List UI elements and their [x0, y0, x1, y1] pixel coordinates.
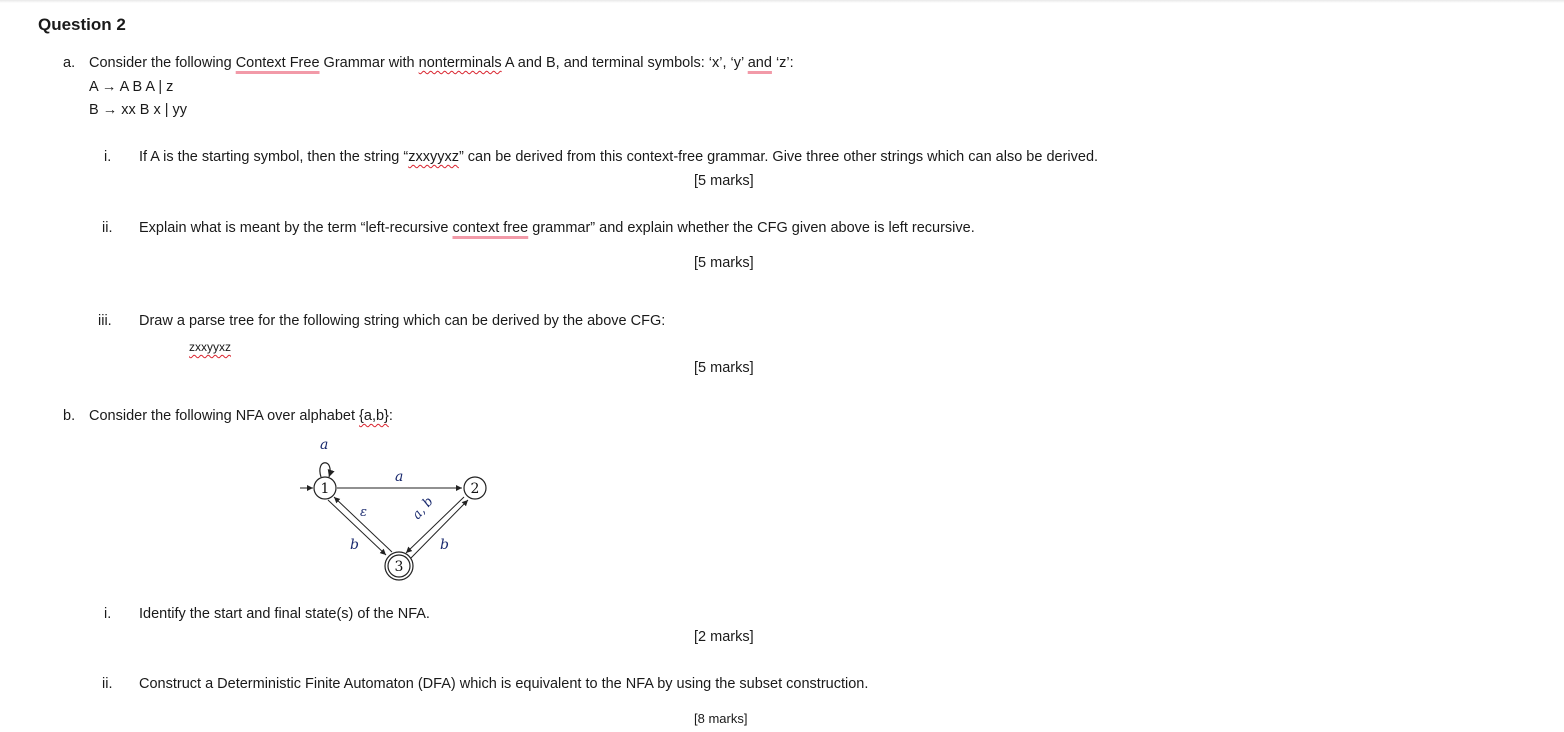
part-a-intro: Consider the following Context Free Gram…	[89, 55, 794, 71]
page-top-edge	[0, 0, 1564, 3]
state-2: 2	[463, 476, 487, 500]
sub-b-i-text: Identify the start and final state(s) of…	[139, 606, 430, 622]
transition-label-3-1: ε	[360, 505, 367, 520]
marks-a-i: [5 marks]	[694, 173, 754, 189]
sub-b-i-label: i.	[104, 606, 112, 622]
part-b-label: b.	[63, 408, 76, 424]
intro-text: ‘z’:	[771, 55, 794, 71]
sub-a-i-label: i.	[104, 149, 112, 165]
text-segment: grammar” and explain whether the CFG giv…	[528, 220, 975, 236]
parse-string: zxxyyxz	[189, 340, 231, 354]
sub-b-ii-text: Construct a Deterministic Finite Automat…	[139, 676, 869, 692]
text-segment: ” can be derived from this context-free …	[458, 149, 1099, 165]
and-term: and	[747, 55, 772, 71]
state-1: 1	[313, 476, 337, 500]
transition-label-1-2: a	[395, 469, 403, 485]
transition-label-1-1: a	[320, 437, 328, 453]
sub-a-iii-label: iii.	[98, 313, 112, 329]
state-label-1: 1	[321, 481, 330, 497]
state-3-final: 3	[384, 551, 414, 581]
transition-label-3-2: b	[440, 537, 449, 553]
sub-a-iii-text: Draw a parse tree for the following stri…	[139, 313, 666, 329]
intro-text: A and B, and terminal symbols: ‘x’, ‘y’	[501, 55, 748, 71]
text-segment: :	[388, 408, 393, 424]
intro-text: Grammar with	[319, 55, 419, 71]
state-label-2: 2	[471, 481, 480, 497]
transition-1-1-loop	[319, 462, 335, 478]
transition-label-2-3: a, b	[410, 494, 437, 522]
marks-a-ii: [5 marks]	[694, 255, 754, 271]
transition-label-1-3: b	[350, 537, 359, 553]
grammar-rule-b: B → xx B x | yy	[89, 102, 188, 118]
grammar-rule-a: A → A B A | z	[89, 79, 174, 95]
marks-b-i: [2 marks]	[694, 629, 754, 645]
part-b-intro: Consider the following NFA over alphabet…	[89, 408, 393, 424]
part-a-label: a.	[63, 55, 76, 71]
intro-text: Consider the following	[89, 55, 236, 71]
example-string: zxxyyxz	[408, 149, 459, 165]
alphabet-set: {a,b}	[359, 408, 389, 424]
sub-b-ii-label: ii.	[102, 676, 113, 692]
context-free-term: Context Free	[235, 55, 320, 71]
state-label-3: 3	[395, 559, 404, 575]
marks-a-iii: [5 marks]	[694, 360, 754, 376]
nfa-diagram: a a ε b a, b b 1 2 3	[300, 437, 487, 581]
context-free-term: context free	[452, 220, 529, 236]
sub-a-ii-text: Explain what is meant by the term “left-…	[139, 220, 975, 236]
question-title: Question 2	[38, 15, 126, 34]
marks-b-ii: [8 marks]	[694, 711, 748, 726]
text-segment: Consider the following NFA over alphabet	[89, 408, 360, 424]
text-segment: If A is the starting symbol, then the st…	[139, 149, 409, 165]
nonterminals-term: nonterminals	[418, 55, 502, 71]
text-segment: Explain what is meant by the term “left-…	[139, 220, 453, 236]
sub-a-i-text: If A is the starting symbol, then the st…	[139, 149, 1098, 165]
sub-a-ii-label: ii.	[102, 220, 113, 236]
